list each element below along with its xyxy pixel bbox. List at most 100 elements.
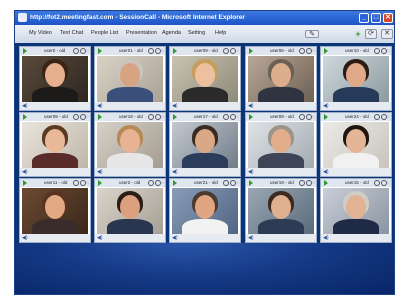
tile-username: user18 - old <box>119 114 143 119</box>
video-tile[interactable]: user10 - old ◌ ◀) <box>320 46 392 111</box>
play-icon[interactable] <box>98 48 102 54</box>
tile-close-icon[interactable]: ◌ <box>86 113 89 121</box>
tile-close-icon[interactable]: ◌ <box>86 179 89 187</box>
tile-close-icon[interactable]: ◌ <box>387 179 390 187</box>
zoom-in-icon[interactable] <box>73 180 79 186</box>
tile-close-icon[interactable]: ◌ <box>312 47 315 55</box>
close-icon[interactable]: ✕ <box>381 29 393 39</box>
tile-close-icon[interactable]: ◌ <box>236 47 239 55</box>
tile-close-icon[interactable]: ◌ <box>236 113 239 121</box>
speaker-icon[interactable]: ◀) <box>172 103 178 109</box>
zoom-in-icon[interactable] <box>374 180 380 186</box>
play-icon[interactable] <box>98 114 102 120</box>
speaker-icon[interactable]: ◀) <box>97 169 103 175</box>
zoom-in-icon[interactable] <box>73 114 79 120</box>
maximize-button[interactable]: □ <box>371 13 381 23</box>
video-tile[interactable]: user11 - old ◌ ◀) <box>19 178 91 243</box>
video-tile[interactable]: user19 - old ◌ ◀) <box>245 178 317 243</box>
video-tile[interactable]: user09 - old ◌ ◀) <box>245 112 317 177</box>
zoom-in-icon[interactable] <box>299 180 305 186</box>
speaker-icon[interactable]: ◀) <box>172 169 178 175</box>
participant-face <box>195 129 215 153</box>
tile-close-icon[interactable]: ◌ <box>161 47 164 55</box>
play-icon[interactable] <box>324 48 328 54</box>
video-tile[interactable]: user18 - old ◌ ◀) <box>94 112 166 177</box>
speaker-icon[interactable]: ◀) <box>22 169 28 175</box>
play-icon[interactable] <box>249 180 253 186</box>
speaker-icon[interactable]: ◀) <box>97 103 103 109</box>
tile-username: user0 - old <box>44 48 66 53</box>
participant-shoulders <box>182 219 228 235</box>
speaker-icon[interactable]: ◀) <box>323 103 329 109</box>
menu-help[interactable]: Help <box>215 28 226 38</box>
video-tile[interactable]: user17 - old ◌ ◀) <box>169 112 241 177</box>
video-feed <box>323 122 389 169</box>
speaker-icon[interactable]: ◀) <box>97 235 103 241</box>
speaker-icon[interactable]: ◀) <box>22 103 28 109</box>
minimize-button[interactable]: _ <box>359 13 369 23</box>
tile-close-icon[interactable]: ◌ <box>161 179 164 187</box>
speaker-icon[interactable]: ◀) <box>172 235 178 241</box>
play-icon[interactable] <box>324 114 328 120</box>
play-icon[interactable] <box>23 114 27 120</box>
video-tile[interactable]: user01 - old ◌ ◀) <box>94 46 166 111</box>
participant-face <box>346 63 366 87</box>
tile-close-icon[interactable]: ◌ <box>312 179 315 187</box>
zoom-in-icon[interactable] <box>223 114 229 120</box>
zoom-in-icon[interactable] <box>299 114 305 120</box>
add-icon[interactable]: + <box>352 29 364 39</box>
zoom-in-icon[interactable] <box>73 48 79 54</box>
tile-close-icon[interactable]: ◌ <box>236 179 239 187</box>
play-icon[interactable] <box>249 48 253 54</box>
title-bar: http://fot2.meetingfast.com - SessionCal… <box>15 11 394 25</box>
zoom-in-icon[interactable] <box>374 48 380 54</box>
play-icon[interactable] <box>173 180 177 186</box>
video-tile[interactable]: user21 - old ◌ ◀) <box>169 178 241 243</box>
tile-close-icon[interactable]: ◌ <box>312 113 315 121</box>
video-tile[interactable]: user09 - old ◌ ◀) <box>169 46 241 111</box>
menu-my-video[interactable]: My Video <box>29 28 52 38</box>
menu-setting[interactable]: Setting <box>188 28 205 38</box>
zoom-in-icon[interactable] <box>223 180 229 186</box>
zoom-in-icon[interactable] <box>148 114 154 120</box>
speaker-icon[interactable]: ◀) <box>22 235 28 241</box>
play-icon[interactable] <box>23 48 27 54</box>
video-tile[interactable]: user06 - old ◌ ◀) <box>245 46 317 111</box>
edit-icon[interactable]: ✎ <box>305 30 319 38</box>
tile-close-icon[interactable]: ◌ <box>387 113 390 121</box>
menu-text-chat[interactable]: Text Chat <box>60 28 83 38</box>
tile-close-icon[interactable]: ◌ <box>86 47 89 55</box>
zoom-in-icon[interactable] <box>299 48 305 54</box>
play-icon[interactable] <box>23 180 27 186</box>
menu-agenda[interactable]: Agenda <box>162 28 181 38</box>
tile-username: user15 - old <box>345 180 369 185</box>
tile-close-icon[interactable]: ◌ <box>387 47 390 55</box>
speaker-icon[interactable]: ◀) <box>323 169 329 175</box>
speaker-icon[interactable]: ◀) <box>323 235 329 241</box>
play-icon[interactable] <box>173 114 177 120</box>
tile-footer: ◀) <box>20 234 90 242</box>
zoom-in-icon[interactable] <box>223 48 229 54</box>
zoom-in-icon[interactable] <box>148 180 154 186</box>
play-icon[interactable] <box>98 180 102 186</box>
tile-close-icon[interactable]: ◌ <box>161 113 164 121</box>
play-icon[interactable] <box>249 114 253 120</box>
video-tile[interactable]: user24 - old ◌ ◀) <box>320 112 392 177</box>
speaker-icon[interactable]: ◀) <box>248 235 254 241</box>
participant-face <box>45 195 65 219</box>
refresh-icon[interactable]: ⟳ <box>365 29 377 39</box>
speaker-icon[interactable]: ◀) <box>248 103 254 109</box>
play-icon[interactable] <box>173 48 177 54</box>
menu-presentation[interactable]: Presentation <box>126 28 157 38</box>
close-window-button[interactable]: ✕ <box>383 13 393 23</box>
speaker-icon[interactable]: ◀) <box>248 169 254 175</box>
participant-face <box>120 129 140 153</box>
play-icon[interactable] <box>324 180 328 186</box>
video-tile[interactable]: user09 - old ◌ ◀) <box>19 112 91 177</box>
zoom-in-icon[interactable] <box>148 48 154 54</box>
video-tile[interactable]: user2 - old ◌ ◀) <box>94 178 166 243</box>
menu-people-list[interactable]: People List <box>91 28 118 38</box>
video-tile[interactable]: user15 - old ◌ ◀) <box>320 178 392 243</box>
video-tile[interactable]: user0 - old ◌ ◀) <box>19 46 91 111</box>
zoom-in-icon[interactable] <box>374 114 380 120</box>
